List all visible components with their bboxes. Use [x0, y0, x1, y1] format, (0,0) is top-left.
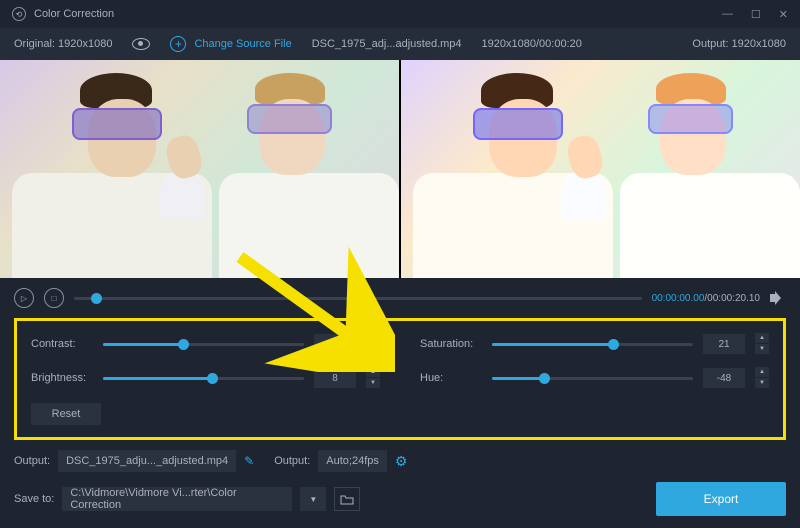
reset-button[interactable]: Reset [31, 403, 101, 425]
path-dropdown-button[interactable]: ▼ [300, 487, 326, 511]
preview-corrected [401, 60, 800, 278]
brightness-up[interactable]: ▲ [366, 367, 380, 377]
saturation-up[interactable]: ▲ [755, 333, 769, 343]
hue-down[interactable]: ▼ [755, 378, 769, 388]
brightness-control: Brightness: 8 ▲▼ [31, 367, 380, 389]
output-format: Auto;24fps [318, 450, 387, 472]
open-folder-button[interactable] [334, 487, 360, 511]
saturation-down[interactable]: ▼ [755, 344, 769, 354]
contrast-value[interactable]: -19 [314, 334, 356, 354]
timeline: ▷ □ 00:00:00.00/00:00:20.10 [0, 278, 800, 318]
contrast-down[interactable]: ▼ [366, 344, 380, 354]
saturation-control: Saturation: 21 ▲▼ [420, 333, 769, 355]
stop-button[interactable]: □ [44, 288, 64, 308]
plus-circle-icon: + [170, 36, 186, 52]
output-info-row: Output: DSC_1975_adju..._adjusted.mp4 ✎ … [0, 440, 800, 478]
pencil-icon[interactable]: ✎ [244, 454, 254, 468]
timeline-thumb[interactable] [91, 293, 102, 304]
brightness-slider[interactable] [103, 377, 304, 380]
close-button[interactable]: ✕ [779, 8, 788, 21]
output-filename: DSC_1975_adju..._adjusted.mp4 [58, 450, 236, 472]
hue-label: Hue: [420, 372, 482, 384]
save-path: C:\Vidmore\Vidmore Vi...rter\Color Corre… [62, 487, 292, 511]
minimize-button[interactable]: — [722, 8, 733, 21]
source-fileinfo: 1920x1080/00:00:20 [482, 38, 582, 50]
preview-original [0, 60, 399, 278]
save-to-label: Save to: [14, 493, 54, 505]
output-format-label: Output: [274, 455, 310, 467]
time-current: 00:00:00.00 [652, 293, 705, 304]
brightness-value[interactable]: 8 [314, 368, 356, 388]
timeline-slider[interactable] [74, 297, 642, 300]
contrast-label: Contrast: [31, 338, 93, 350]
brightness-down[interactable]: ▼ [366, 378, 380, 388]
saturation-label: Saturation: [420, 338, 482, 350]
brightness-label: Brightness: [31, 372, 93, 384]
hue-up[interactable]: ▲ [755, 367, 769, 377]
time-total: /00:00:20.10 [704, 293, 760, 304]
hue-value[interactable]: -48 [703, 368, 745, 388]
export-button[interactable]: Export [656, 482, 786, 516]
timeline-time: 00:00:00.00/00:00:20.10 [652, 293, 760, 304]
window-title: Color Correction [34, 8, 114, 20]
output-resolution-label: Output: 1920x1080 [692, 38, 786, 50]
app-logo-icon: ⟲ [12, 7, 26, 21]
change-source-label: Change Source File [194, 38, 291, 50]
saturation-slider[interactable] [492, 343, 693, 346]
save-row: Save to: C:\Vidmore\Vidmore Vi...rter\Co… [0, 478, 800, 528]
change-source-button[interactable]: + Change Source File [170, 36, 291, 52]
play-button[interactable]: ▷ [14, 288, 34, 308]
source-filename: DSC_1975_adj...adjusted.mp4 [312, 38, 462, 50]
volume-icon[interactable] [770, 291, 786, 305]
hue-control: Hue: -48 ▲▼ [420, 367, 769, 389]
hue-slider[interactable] [492, 377, 693, 380]
original-resolution-label: Original: 1920x1080 [14, 38, 112, 50]
maximize-button[interactable]: ☐ [751, 8, 761, 21]
color-controls-panel: Contrast: -19 ▲▼ Saturation: 21 ▲▼ Brigh… [14, 318, 786, 440]
gear-icon[interactable]: ⚙ [395, 453, 408, 470]
folder-icon [340, 494, 354, 505]
contrast-up[interactable]: ▲ [366, 333, 380, 343]
preview-area [0, 60, 800, 278]
output-file-label: Output: [14, 455, 50, 467]
titlebar: ⟲ Color Correction — ☐ ✕ [0, 0, 800, 28]
info-toolbar: Original: 1920x1080 + Change Source File… [0, 28, 800, 60]
saturation-value[interactable]: 21 [703, 334, 745, 354]
contrast-slider[interactable] [103, 343, 304, 346]
eye-icon[interactable] [132, 38, 150, 50]
contrast-control: Contrast: -19 ▲▼ [31, 333, 380, 355]
